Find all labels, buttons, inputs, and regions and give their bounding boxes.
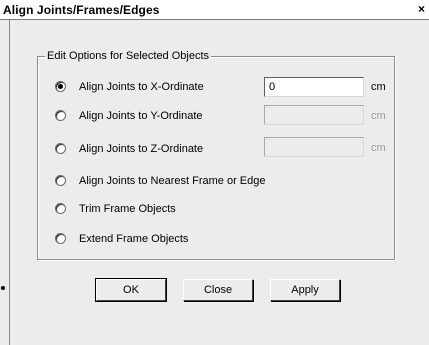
apply-button[interactable]: Apply bbox=[270, 279, 340, 301]
radio-extend-frames[interactable] bbox=[55, 233, 66, 244]
x-ordinate-unit: cm bbox=[371, 81, 386, 93]
close-button[interactable]: Close bbox=[183, 279, 253, 301]
radio-align-y[interactable] bbox=[55, 110, 66, 121]
ok-button[interactable]: OK bbox=[95, 278, 167, 302]
x-ordinate-input[interactable] bbox=[264, 77, 364, 97]
radio-align-nearest[interactable] bbox=[55, 175, 66, 186]
y-ordinate-unit: cm bbox=[371, 110, 386, 122]
option-label-align-x: Align Joints to X-Ordinate bbox=[79, 81, 204, 93]
option-label-align-z: Align Joints to Z-Ordinate bbox=[79, 143, 204, 155]
z-ordinate-input bbox=[264, 137, 364, 157]
edit-options-legend: Edit Options for Selected Objects bbox=[45, 50, 212, 63]
bullet-marker bbox=[1, 286, 5, 290]
radio-align-x[interactable] bbox=[55, 81, 66, 92]
radio-align-z[interactable] bbox=[55, 143, 66, 154]
close-icon[interactable]: × bbox=[416, 2, 427, 16]
title-bar[interactable]: Align Joints/Frames/Edges × bbox=[0, 0, 429, 20]
option-label-align-y: Align Joints to Y-Ordinate bbox=[79, 110, 203, 122]
window-title: Align Joints/Frames/Edges bbox=[3, 3, 160, 17]
radio-selected-dot bbox=[58, 84, 63, 89]
align-joints-dialog: Align Joints/Frames/Edges × Edit Options… bbox=[0, 0, 429, 345]
y-ordinate-input bbox=[264, 105, 364, 125]
option-label-align-nearest: Align Joints to Nearest Frame or Edge bbox=[79, 175, 266, 187]
option-label-trim-frames: Trim Frame Objects bbox=[79, 203, 176, 215]
option-label-extend-frames: Extend Frame Objects bbox=[79, 233, 189, 245]
z-ordinate-unit: cm bbox=[371, 142, 386, 154]
radio-trim-frames[interactable] bbox=[55, 203, 66, 214]
